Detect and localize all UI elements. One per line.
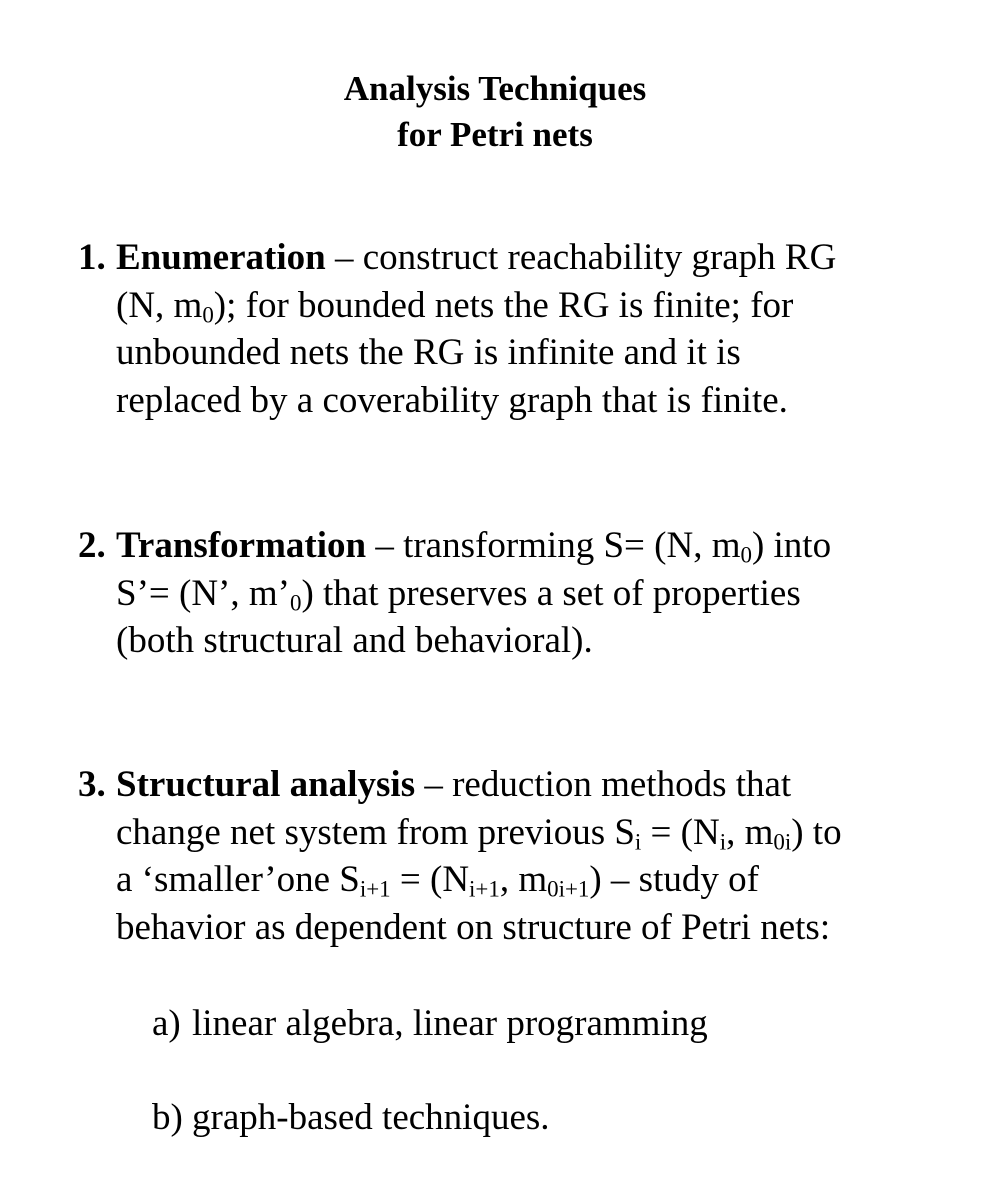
item-text: , m bbox=[499, 859, 548, 900]
subitem-text: graph-based techniques. bbox=[192, 1097, 550, 1138]
subscript: 0i bbox=[773, 829, 792, 855]
subitem-text: linear algebra, linear programming bbox=[192, 1003, 708, 1044]
item-line: S’= (N’, m’0) that preserves a set of pr… bbox=[116, 570, 958, 618]
item-term: Enumeration bbox=[116, 237, 326, 278]
item-text: – reduction methods that bbox=[415, 764, 792, 805]
item-number: 2. bbox=[78, 525, 106, 566]
item-text: – construct reachability graph RG bbox=[325, 237, 837, 278]
item-number: 1. bbox=[78, 237, 106, 278]
subscript: 0 bbox=[202, 302, 214, 328]
subitem-graph-based: b) graph-based techniques. bbox=[152, 1094, 952, 1142]
item-text: S’= (N’, m’ bbox=[116, 572, 290, 614]
item-line: Transformation – transforming S= (N, m0)… bbox=[116, 522, 958, 570]
title-line-2: for Petri nets bbox=[397, 115, 593, 154]
item-line: change net system from previous Si = (Ni… bbox=[116, 809, 958, 857]
item-term: Transformation bbox=[116, 525, 367, 566]
item-text: ); for bounded nets the RG is finite; fo… bbox=[213, 284, 794, 326]
item-text: = (N bbox=[641, 811, 720, 853]
subscript: 0i+1 bbox=[547, 876, 590, 902]
item-text: (N, m bbox=[116, 284, 203, 326]
subscript: i+1 bbox=[469, 876, 500, 902]
subitem-letter: a) bbox=[152, 1003, 181, 1044]
item-body: Structural analysis – reduction methods … bbox=[116, 761, 958, 951]
title-line-1: Analysis Techniques bbox=[343, 69, 647, 108]
item-line: Structural analysis – reduction methods … bbox=[116, 761, 958, 809]
item-text: ) to bbox=[791, 811, 842, 853]
item-text: a ‘smaller’one S bbox=[116, 859, 360, 900]
item-text: ) into bbox=[751, 525, 832, 566]
item-line: behavior as dependent on structure of Pe… bbox=[116, 906, 831, 948]
item-number: 3. bbox=[78, 764, 106, 805]
item-line: (N, m0); for bounded nets the RG is fini… bbox=[116, 282, 958, 330]
subscript: i+1 bbox=[359, 876, 391, 902]
item-text: = (N bbox=[390, 859, 470, 900]
item-line: replaced by a coverability graph that is… bbox=[116, 379, 788, 421]
item-line: a ‘smaller’one Si+1 = (Ni+1, m0i+1) – st… bbox=[116, 856, 958, 904]
item-text: , m bbox=[726, 811, 774, 853]
item-text: ) that preserves a set of properties bbox=[301, 572, 801, 614]
item-body: Transformation – transforming S= (N, m0)… bbox=[116, 522, 958, 665]
subscript: 0 bbox=[289, 590, 302, 616]
item-text: – transforming S= (N, m bbox=[366, 525, 741, 566]
page-title: Analysis Techniques for Petri nets bbox=[0, 66, 990, 158]
item-line: (both structural and behavioral). bbox=[116, 620, 593, 661]
subitem-letter: b) bbox=[152, 1097, 183, 1138]
item-text: change net system from previous S bbox=[116, 811, 635, 853]
list-item-structural-analysis: 3. Structural analysis – reduction metho… bbox=[78, 761, 958, 951]
subscript: 0 bbox=[740, 542, 752, 568]
item-line: Enumeration – construct reachability gra… bbox=[116, 234, 958, 282]
list-item-enumeration: 1. Enumeration – construct reachability … bbox=[78, 234, 958, 424]
item-text: ) – study of bbox=[589, 859, 759, 900]
item-body: Enumeration – construct reachability gra… bbox=[116, 234, 958, 424]
subitem-linear-algebra: a) linear algebra, linear programming bbox=[152, 1000, 952, 1048]
list-item-transformation: 2. Transformation – transforming S= (N, … bbox=[78, 522, 958, 665]
item-line: unbounded nets the RG is infinite and it… bbox=[116, 332, 741, 373]
item-term: Structural analysis bbox=[116, 764, 416, 805]
